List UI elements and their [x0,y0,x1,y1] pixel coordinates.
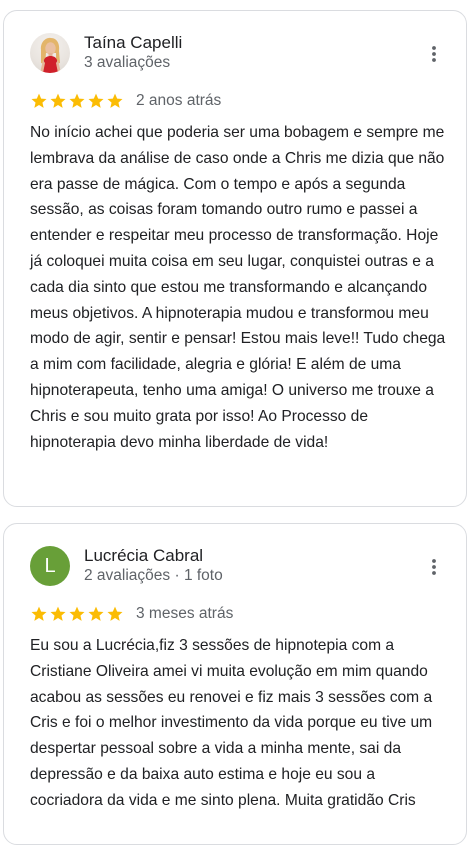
review-text: No início achei que poderia ser uma boba… [30,124,446,451]
more-options-button[interactable] [422,555,446,579]
reviewer-photo [40,37,61,73]
reviewer-name[interactable]: Lucrécia Cabral [84,546,203,566]
star-icon [31,93,47,108]
rating-row: 3 meses atrás [30,604,233,624]
star-rating [30,92,124,110]
star-icon [50,93,66,108]
star-icon [107,93,123,108]
reviewer-avatar[interactable]: L [30,546,70,586]
star-rating [30,605,124,623]
more-vertical-icon [432,559,436,575]
review-date: 3 meses atrás [136,605,234,622]
star-icon [50,606,66,621]
rating-row: 2 anos atrás [30,91,221,111]
review-card: Taína Capelli 3 avaliações 2 anos atrás … [3,10,467,507]
star-icon [107,606,123,621]
review-date: 2 anos atrás [136,92,222,109]
star-icon [88,93,104,108]
star-icon [31,606,47,621]
more-options-button[interactable] [422,42,446,66]
star-icon [88,606,104,621]
star-icon [69,606,85,621]
review-text: Eu sou a Lucrécia,fiz 3 sessões de hipno… [30,637,433,809]
star-icon [69,93,85,108]
review-card: L Lucrécia Cabral 2 avaliações · 1 foto … [3,523,467,845]
reviewer-avatar[interactable] [30,33,70,73]
avatar-letter: L [44,555,56,577]
reviewer-name[interactable]: Taína Capelli [84,33,182,53]
reviewer-review-count: 2 avaliações · 1 foto [84,567,223,584]
reviewer-review-count: 3 avaliações [84,54,171,71]
more-vertical-icon [432,46,436,62]
